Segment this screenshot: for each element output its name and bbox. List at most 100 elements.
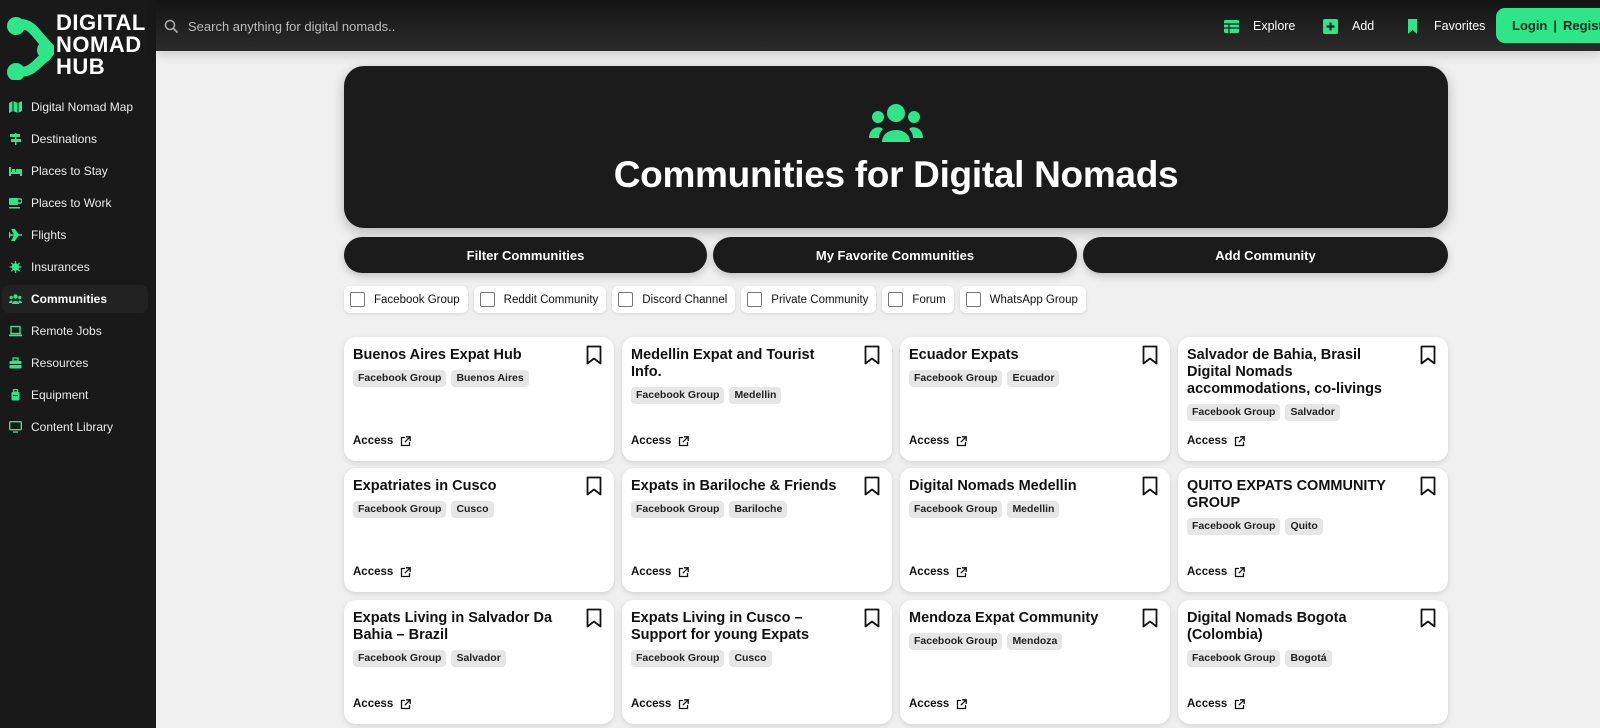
sidebar-item-places-to-work[interactable]: Places to Work [2, 189, 148, 217]
checkbox[interactable] [888, 292, 904, 307]
sidebar-item-digital-nomad-map[interactable]: Digital Nomad Map [2, 93, 148, 121]
community-card[interactable]: Buenos Aires Expat Hub Facebook Group Buen… [344, 337, 614, 461]
bookmark-icon[interactable] [1420, 608, 1436, 628]
access-link[interactable]: Access [353, 698, 412, 710]
favorites-label: Favorites [1434, 19, 1486, 33]
bookmark-icon[interactable] [1142, 608, 1158, 628]
external-link-icon [401, 435, 412, 446]
card-title-text: Buenos Aires Expat Hub [353, 347, 522, 363]
card-tags: Facebook Group Medellin [631, 387, 849, 404]
card-tag: Facebook Group [1187, 404, 1281, 421]
card-tags: Facebook Group Cusco [353, 501, 571, 518]
access-link[interactable]: Access [631, 698, 690, 710]
checkbox[interactable] [479, 292, 495, 307]
access-link[interactable]: Access [909, 435, 968, 447]
card-tag: Cusco [451, 501, 494, 518]
search-bar[interactable] [164, 14, 544, 38]
table-icon [1224, 19, 1239, 33]
bookmark-icon[interactable] [1142, 476, 1158, 496]
community-card[interactable]: Expatriates in Cusco Facebook Group Cusco A… [344, 468, 614, 592]
sidebar-item-flights[interactable]: Flights [2, 221, 148, 249]
community-card[interactable]: Medellin Expat and Tourist Info. Facebook… [622, 337, 892, 461]
card-tag: Facebook Group [909, 501, 1003, 518]
filter-chip-private-community[interactable]: Private Community [741, 286, 877, 313]
sidebar-item-resources[interactable]: Resources [2, 349, 148, 377]
card-title-text: QUITO EXPATS COMMUNITY GROUP [1187, 478, 1386, 511]
community-card[interactable]: Expats in Bariloche & Friends Facebook Gr… [622, 468, 892, 592]
community-card[interactable]: Digital Nomads Medellin Facebook Group Med… [900, 468, 1170, 592]
community-card[interactable]: Mendoza Expat Community Facebook Group Men… [900, 600, 1170, 724]
sidebar-item-places-to-stay[interactable]: Places to Stay [2, 157, 148, 185]
community-card[interactable]: Salvador de Bahia, Brasil Digital Nomads… [1178, 337, 1448, 461]
sidebar-item-insurances[interactable]: Insurances [2, 253, 148, 281]
checkbox[interactable] [747, 292, 763, 307]
sidebar-item-label: Resources [31, 356, 89, 370]
access-link[interactable]: Access [1187, 435, 1246, 447]
access-link[interactable]: Access [1187, 698, 1246, 710]
add-community-button[interactable]: Add Community [1083, 237, 1448, 273]
my-favorite-communities-button[interactable]: My Favorite Communities [713, 237, 1077, 273]
access-link[interactable]: Access [353, 566, 412, 578]
filter-chip-forum[interactable]: Forum [882, 286, 954, 313]
bookmark-icon[interactable] [864, 476, 880, 496]
login-register-button[interactable]: Login | Register [1496, 8, 1600, 43]
sidebar-item-equipment[interactable]: Equipment [2, 381, 148, 409]
card-tag: Salvador [451, 650, 506, 667]
monitor-icon [9, 421, 22, 433]
bookmark-icon[interactable] [586, 345, 602, 365]
bookmark-icon[interactable] [1420, 345, 1436, 365]
chip-label: Private Community [771, 293, 869, 306]
bookmark-icon[interactable] [864, 345, 880, 365]
access-link[interactable]: Access [909, 566, 968, 578]
brand-line-2: NOMAD [56, 32, 142, 57]
community-card[interactable]: Digital Nomads Bogota (Colombia) Facebook… [1178, 600, 1448, 724]
search-input[interactable] [188, 18, 528, 34]
bookmark-icon[interactable] [1420, 476, 1436, 496]
bookmark-icon[interactable] [1142, 345, 1158, 365]
card-tag: Facebook Group [1187, 650, 1281, 667]
chip-label: Facebook Group [374, 293, 460, 306]
community-card[interactable]: Ecuador Expats Facebook Group Ecuador Acces… [900, 337, 1170, 461]
bookmark-icon[interactable] [864, 608, 880, 628]
community-card[interactable]: Expats Living in Cusco – Support for you… [622, 600, 892, 724]
checkbox[interactable] [618, 292, 634, 307]
explore-link[interactable]: Explore [1224, 16, 1295, 36]
brand-logo[interactable]: DIGITAL NOMAD HUB [6, 12, 152, 82]
community-card[interactable]: QUITO EXPATS COMMUNITY GROUP Facebook Gro… [1178, 468, 1448, 592]
checkbox[interactable] [965, 292, 981, 307]
users-icon [869, 104, 923, 142]
access-link[interactable]: Access [631, 435, 690, 447]
chip-label: Reddit Community [503, 293, 599, 306]
access-link[interactable]: Access [909, 698, 968, 710]
community-card[interactable]: Expats Living in Salvador Da Bahia – Bra… [344, 600, 614, 724]
favorites-link[interactable]: Favorites [1405, 16, 1485, 36]
sidebar-item-destinations[interactable]: Destinations [2, 125, 148, 153]
filter-chip-reddit-community[interactable]: Reddit Community [473, 286, 607, 313]
add-link[interactable]: Add [1323, 16, 1374, 36]
card-tag: Facebook Group [631, 501, 725, 518]
filter-communities-button[interactable]: Filter Communities [344, 237, 707, 273]
external-link-icon [679, 698, 690, 709]
card-tag: Medellin [1007, 501, 1060, 518]
card-title: Buenos Aires Expat Hub Facebook Group Buen… [353, 347, 571, 387]
sidebar-item-content-library[interactable]: Content Library [2, 413, 148, 441]
card-title-text: Expats in Bariloche & Friends [631, 478, 837, 494]
card-tag: Facebook Group [1187, 518, 1281, 535]
add-label: Add [1352, 19, 1375, 33]
access-link[interactable]: Access [353, 435, 412, 447]
sidebar-item-label: Content Library [31, 420, 114, 434]
bookmark-icon[interactable] [586, 476, 602, 496]
external-link-icon [957, 698, 968, 709]
access-link[interactable]: Access [631, 566, 690, 578]
filter-chip-whatsapp-group[interactable]: WhatsApp Group [959, 286, 1086, 313]
sidebar-item-remote-jobs[interactable]: Remote Jobs [2, 317, 148, 345]
card-title: Expats Living in Salvador Da Bahia – Bra… [353, 610, 571, 667]
external-link-icon [679, 566, 690, 577]
card-title-text: Salvador de Bahia, Brasil Digital Nomads… [1187, 347, 1382, 397]
filter-chip-facebook-group[interactable]: Facebook Group [344, 286, 468, 313]
bookmark-icon[interactable] [586, 608, 602, 628]
access-link[interactable]: Access [1187, 566, 1246, 578]
checkbox[interactable] [350, 292, 365, 307]
sidebar-item-communities[interactable]: Communities [2, 285, 148, 313]
filter-chip-discord-channel[interactable]: Discord Channel [612, 286, 736, 313]
